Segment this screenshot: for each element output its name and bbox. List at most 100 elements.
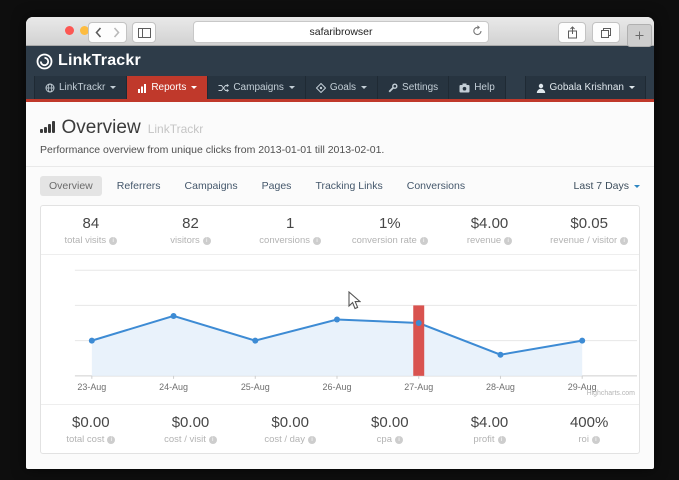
help-icon [459, 83, 470, 93]
stats-row-top: 84 total visits 82 visitors 1 conversion… [41, 206, 639, 255]
tab-overview[interactable]: Overview [40, 176, 102, 196]
page-title-block: Overview LinkTrackr Performance overview… [26, 102, 654, 167]
stat-cost-day: $0.00 cost / day [240, 414, 340, 445]
linktrackr-logo-icon [36, 53, 53, 70]
stat-label: visitors [170, 235, 200, 246]
stat-label: profit [473, 434, 494, 445]
page-title-suffix: LinkTrackr [148, 122, 204, 136]
nav-item-label: Reports [151, 82, 186, 93]
svg-text:26-Aug: 26-Aug [323, 382, 352, 392]
share-icon [567, 26, 578, 39]
stats-panel: 84 total visits 82 visitors 1 conversion… [40, 205, 640, 454]
nav-item-linktrackr[interactable]: LinkTrackr [34, 76, 127, 99]
stat-revenue: $4.00 revenue [440, 215, 540, 246]
tab-campaigns[interactable]: Campaigns [176, 176, 247, 196]
stat-label: cost / day [264, 434, 305, 445]
share-button[interactable] [558, 22, 586, 43]
info-icon[interactable] [308, 436, 316, 444]
chart-area[interactable]: 23-Aug24-Aug25-Aug26-Aug27-Aug28-Aug29-A… [41, 255, 639, 404]
info-icon[interactable] [620, 237, 628, 245]
stat-label: revenue [467, 235, 501, 246]
tab-overview-button[interactable] [592, 22, 620, 43]
stat-value: $0.00 [240, 414, 340, 431]
new-tab-button[interactable] [627, 24, 652, 47]
page-subtitle: Performance overview from unique clicks … [40, 144, 640, 156]
chevron-down-icon [629, 86, 635, 92]
plus-icon [635, 31, 644, 40]
stat-value: 1% [340, 215, 440, 232]
user-menu[interactable]: Gobala Krishnan [525, 76, 647, 99]
stat-value: $0.00 [141, 414, 241, 431]
tab-pages[interactable]: Pages [253, 176, 301, 196]
stat-profit: $4.00 profit [440, 414, 540, 445]
sidebar-toggle-button[interactable] [132, 22, 156, 43]
nav-item-campaigns[interactable]: Campaigns [208, 76, 306, 99]
site-header: LinkTrackr LinkTrackr Reports Campaigns … [26, 46, 654, 102]
info-icon[interactable] [313, 237, 321, 245]
tabs-icon [600, 27, 612, 39]
svg-text:24-Aug: 24-Aug [159, 382, 188, 392]
browser-toolbar: safaribrowser [26, 17, 654, 46]
nav-item-label: Settings [402, 82, 438, 93]
bar-chart-icon [137, 83, 147, 93]
page-content: Overview LinkTrackr Performance overview… [26, 102, 654, 454]
info-icon[interactable] [395, 436, 403, 444]
bar-chart-icon [40, 121, 55, 133]
info-icon[interactable] [107, 436, 115, 444]
page-title: Overview [62, 117, 141, 139]
reload-button[interactable] [472, 25, 483, 40]
chevron-down-icon [361, 86, 367, 92]
info-icon[interactable] [504, 237, 512, 245]
address-bar[interactable]: safaribrowser [193, 21, 489, 43]
stat-value: $0.00 [41, 414, 141, 431]
brand-row: LinkTrackr [26, 46, 654, 76]
url-text: safaribrowser [309, 26, 372, 38]
stat-value: 82 [141, 215, 241, 232]
back-button[interactable] [88, 22, 109, 43]
nav-item-label: LinkTrackr [59, 82, 105, 93]
info-icon[interactable] [209, 436, 217, 444]
nav-item-goals[interactable]: Goals [306, 76, 378, 99]
stat-visitors: 82 visitors [141, 215, 241, 246]
info-icon[interactable] [420, 237, 428, 245]
nav-item-label: Help [474, 82, 495, 93]
main-nav: LinkTrackr Reports Campaigns Goals Setti [26, 76, 654, 102]
chevron-down-icon [191, 86, 197, 92]
info-icon[interactable] [498, 436, 506, 444]
tab-tracking-links[interactable]: Tracking Links [306, 176, 391, 196]
forward-button[interactable] [107, 22, 127, 43]
nav-item-settings[interactable]: Settings [378, 76, 449, 99]
stat-value: 84 [41, 215, 141, 232]
svg-text:25-Aug: 25-Aug [241, 382, 270, 392]
stat-conversions: 1 conversions [240, 215, 340, 246]
info-icon[interactable] [592, 436, 600, 444]
browser-window: safaribrowser LinkTrackr LinkTrac [26, 17, 654, 469]
stat-label: cpa [377, 434, 392, 445]
svg-text:27-Aug: 27-Aug [404, 382, 433, 392]
stat-label: total cost [66, 434, 104, 445]
tab-conversions[interactable]: Conversions [398, 176, 474, 196]
stat-label: total visits [64, 235, 106, 246]
stat-value: $0.00 [340, 414, 440, 431]
info-icon[interactable] [203, 237, 211, 245]
close-window-button[interactable] [65, 26, 74, 35]
brand-name[interactable]: LinkTrackr [58, 52, 141, 70]
goal-diamond-icon [316, 83, 326, 93]
nav-item-help[interactable]: Help [449, 76, 506, 99]
nav-item-label: Goals [330, 82, 356, 93]
date-range-dropdown[interactable]: Last 7 Days [574, 180, 640, 192]
stat-value: 1 [240, 215, 340, 232]
nav-item-reports[interactable]: Reports [127, 76, 208, 99]
stat-label: conversion rate [352, 235, 417, 246]
stat-label: roi [578, 434, 589, 445]
svg-text:23-Aug: 23-Aug [77, 382, 106, 392]
info-icon[interactable] [109, 237, 117, 245]
date-range-label: Last 7 Days [574, 180, 629, 192]
stat-conversion-rate: 1% conversion rate [340, 215, 440, 246]
stat-roi: 400% roi [539, 414, 639, 445]
chevron-down-icon [634, 185, 640, 191]
globe-icon [45, 83, 55, 93]
tab-referrers[interactable]: Referrers [108, 176, 170, 196]
wrench-icon [388, 83, 398, 93]
nav-spacer [506, 76, 525, 99]
